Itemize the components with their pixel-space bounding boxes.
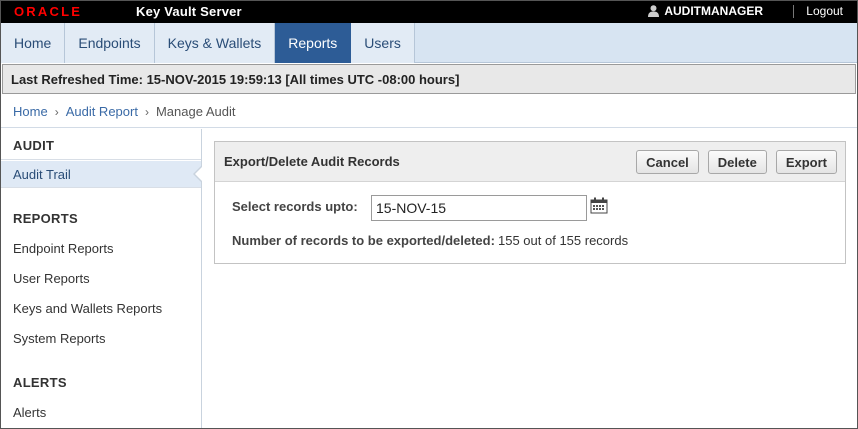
- sidebar-item-endpoint-reports[interactable]: Endpoint Reports: [1, 235, 201, 261]
- sidebar-item-keys-wallets-reports[interactable]: Keys and Wallets Reports: [1, 295, 201, 321]
- record-count-value: 155 out of 155 records: [498, 233, 629, 248]
- export-delete-panel: Export/Delete Audit Records Cancel Delet…: [214, 141, 846, 264]
- logout-link[interactable]: Logout: [806, 4, 843, 18]
- record-count-value-row: 155 out of 155 records: [498, 233, 628, 248]
- divider: [1, 159, 201, 160]
- user-name: AUDITMANAGER: [664, 4, 763, 18]
- chevron-right-icon: ›: [54, 104, 59, 119]
- breadcrumb: Home › Audit Report › Manage Audit: [1, 96, 857, 128]
- tab-users[interactable]: Users: [351, 23, 415, 63]
- export-button[interactable]: Export: [775, 150, 837, 174]
- panel-actions: Cancel Delete Export: [636, 150, 837, 174]
- oracle-logo: ORACLE: [14, 4, 82, 18]
- calendar-icon[interactable]: [590, 197, 608, 214]
- product-name: Key Vault Server: [136, 4, 242, 19]
- date-input[interactable]: 15-NOV-15: [371, 195, 587, 221]
- record-count-label: Number of records to be exported/deleted…: [232, 233, 495, 248]
- sidebar-item-user-reports[interactable]: User Reports: [1, 265, 201, 291]
- user-menu[interactable]: AUDITMANAGER: [648, 4, 763, 18]
- active-pointer-fill: [195, 167, 202, 181]
- main-tabs: Home Endpoints Keys & Wallets Reports Us…: [1, 23, 857, 63]
- svg-text:ORACLE: ORACLE: [14, 4, 82, 18]
- top-bar: ORACLE Key Vault Server AUDITMANAGER Log…: [1, 1, 857, 23]
- sidebar-heading-reports: REPORTS: [13, 211, 78, 226]
- delete-button[interactable]: Delete: [707, 150, 767, 174]
- tab-reports[interactable]: Reports: [275, 23, 352, 63]
- tab-endpoints[interactable]: Endpoints: [65, 23, 155, 63]
- sidebar: AUDIT Audit Trail REPORTS Endpoint Repor…: [1, 129, 202, 428]
- divider: [793, 5, 794, 18]
- cancel-button[interactable]: Cancel: [636, 150, 699, 174]
- sidebar-item-audit-trail[interactable]: Audit Trail: [1, 161, 202, 187]
- sidebar-heading-audit: AUDIT: [13, 138, 55, 153]
- breadcrumb-audit-report[interactable]: Audit Report: [66, 104, 138, 119]
- divider: [1, 187, 201, 188]
- breadcrumb-home[interactable]: Home: [13, 104, 48, 119]
- tab-home[interactable]: Home: [1, 23, 66, 63]
- panel-header: Export/Delete Audit Records Cancel Delet…: [215, 142, 845, 182]
- refresh-time-bar: Last Refreshed Time: 15-NOV-2015 19:59:1…: [2, 64, 856, 94]
- sidebar-item-system-reports[interactable]: System Reports: [1, 325, 201, 351]
- record-count-row: Number of records to be exported/deleted…: [232, 233, 495, 248]
- user-icon: [648, 5, 660, 17]
- sidebar-item-alerts[interactable]: Alerts: [1, 399, 201, 425]
- chevron-right-icon: ›: [144, 104, 149, 119]
- select-records-row: Select records upto:: [232, 199, 358, 214]
- sidebar-heading-alerts: ALERTS: [13, 375, 67, 390]
- sidebar-item-label: Audit Trail: [13, 166, 71, 182]
- select-records-label: Select records upto:: [232, 199, 358, 214]
- panel-title: Export/Delete Audit Records: [224, 154, 400, 169]
- app-window: ORACLE Key Vault Server AUDITMANAGER Log…: [0, 0, 858, 429]
- tab-keys-wallets[interactable]: Keys & Wallets: [154, 23, 276, 63]
- breadcrumb-current: Manage Audit: [155, 104, 236, 119]
